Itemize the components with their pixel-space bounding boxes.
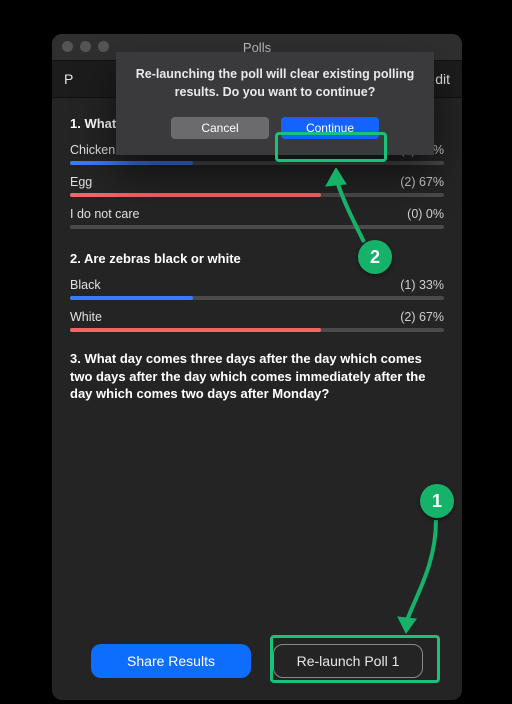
window-controls[interactable]: [62, 41, 109, 52]
option-stat: (1) 33%: [400, 278, 444, 292]
option-stat: (0) 0%: [407, 207, 444, 221]
q2-option-black: Black (1) 33%: [70, 278, 444, 300]
option-label: I do not care: [70, 207, 140, 221]
option-label: Chicken: [70, 143, 115, 157]
q1-option-dontcare: I do not care (0) 0%: [70, 207, 444, 229]
question-3-title: 3. What day comes three days after the d…: [70, 350, 444, 403]
option-label: White: [70, 310, 102, 324]
relaunch-confirm-dialog: Re-launching the poll will clear existin…: [116, 52, 434, 155]
zoom-icon[interactable]: [98, 41, 109, 52]
progress-track: [70, 193, 444, 197]
q2-option-white: White (2) 67%: [70, 310, 444, 332]
annotation-step-2: 2: [358, 240, 392, 274]
annotation-arrow-2: [322, 168, 372, 248]
q1-option-egg: Egg (2) 67%: [70, 175, 444, 197]
continue-button[interactable]: Continue: [281, 117, 379, 139]
share-results-button[interactable]: Share Results: [91, 644, 251, 678]
dialog-message: Re-launching the poll will clear existin…: [134, 66, 416, 101]
progress-track: [70, 225, 444, 229]
progress-track: [70, 328, 444, 332]
header-left-truncated: P: [64, 71, 73, 87]
option-stat: (2) 67%: [400, 310, 444, 324]
cancel-button[interactable]: Cancel: [171, 117, 269, 139]
annotation-arrow-1: [396, 515, 446, 635]
progress-track: [70, 296, 444, 300]
progress-track: [70, 161, 444, 165]
option-label: Black: [70, 278, 101, 292]
footer-buttons: Share Results Re-launch Poll 1: [52, 626, 462, 700]
relaunch-poll-button[interactable]: Re-launch Poll 1: [273, 644, 423, 678]
option-label: Egg: [70, 175, 92, 189]
annotation-step-1: 1: [420, 484, 454, 518]
header-right-truncated[interactable]: dit: [435, 71, 450, 87]
minimize-icon[interactable]: [80, 41, 91, 52]
option-stat: (2) 67%: [400, 175, 444, 189]
close-icon[interactable]: [62, 41, 73, 52]
